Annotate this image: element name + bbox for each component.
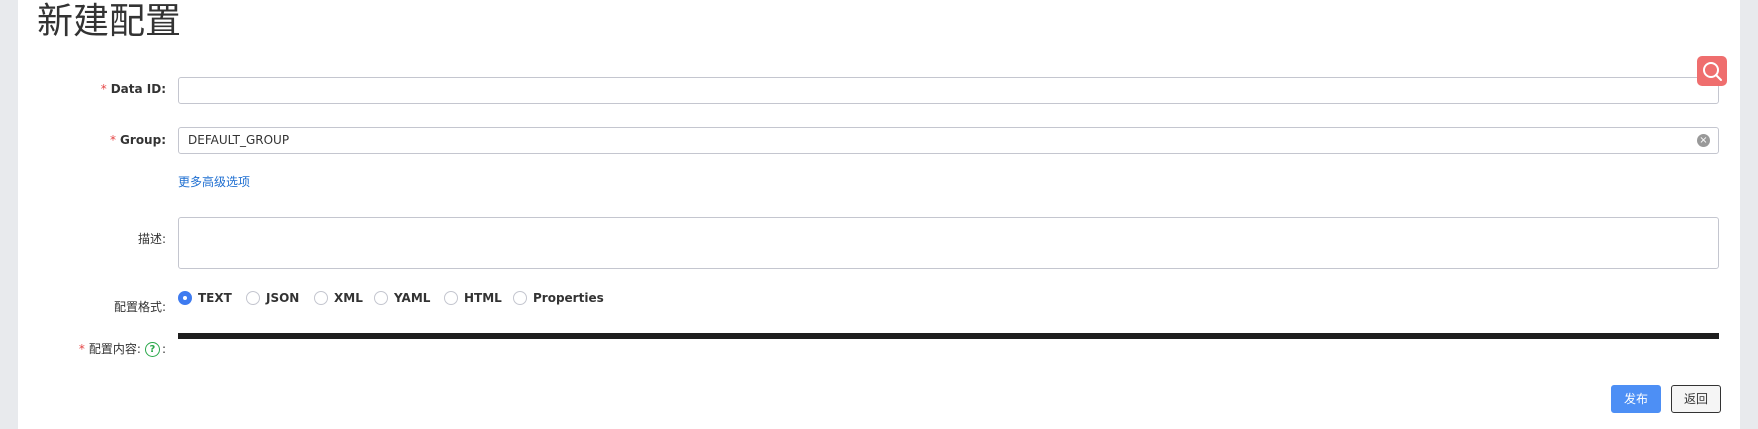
search-icon — [1703, 62, 1722, 81]
required-marker: * — [110, 133, 117, 147]
content-label: * 配置内容:?: — [78, 342, 166, 357]
format-option-json[interactable]: JSON — [246, 289, 299, 307]
radio-icon — [314, 291, 328, 305]
required-marker: * — [100, 82, 107, 96]
required-marker: * — [78, 342, 85, 356]
radio-icon — [444, 291, 458, 305]
search-button[interactable] — [1697, 56, 1727, 86]
description-textarea[interactable] — [178, 217, 1719, 269]
description-label: 描述: — [137, 232, 166, 246]
format-option-yaml[interactable]: YAML — [374, 289, 430, 307]
radio-icon — [374, 291, 388, 305]
back-button[interactable]: 返回 — [1671, 385, 1721, 413]
format-option-text[interactable]: TEXT — [178, 289, 232, 307]
radio-icon — [513, 291, 527, 305]
data-id-label: * Data ID: — [100, 82, 166, 96]
format-label: 配置格式: — [113, 300, 166, 314]
publish-button[interactable]: 发布 — [1611, 385, 1661, 413]
data-id-input[interactable] — [178, 77, 1719, 104]
format-option-html[interactable]: HTML — [444, 289, 502, 307]
group-value: DEFAULT_GROUP — [188, 133, 290, 147]
radio-checked-icon — [178, 291, 192, 305]
question-circle-icon[interactable]: ? — [144, 342, 160, 357]
group-input[interactable]: DEFAULT_GROUP × — [178, 127, 1719, 154]
code-editor[interactable] — [178, 333, 1719, 339]
clear-circle-icon[interactable]: × — [1697, 134, 1710, 147]
advanced-options-link[interactable]: 更多高级选项 — [178, 173, 250, 190]
format-option-properties[interactable]: Properties — [513, 289, 604, 307]
format-option-xml[interactable]: XML — [314, 289, 363, 307]
radio-icon — [246, 291, 260, 305]
main-panel — [18, 0, 1740, 429]
page-title: 新建配置 — [37, 1, 182, 42]
group-label: * Group: — [110, 133, 166, 147]
